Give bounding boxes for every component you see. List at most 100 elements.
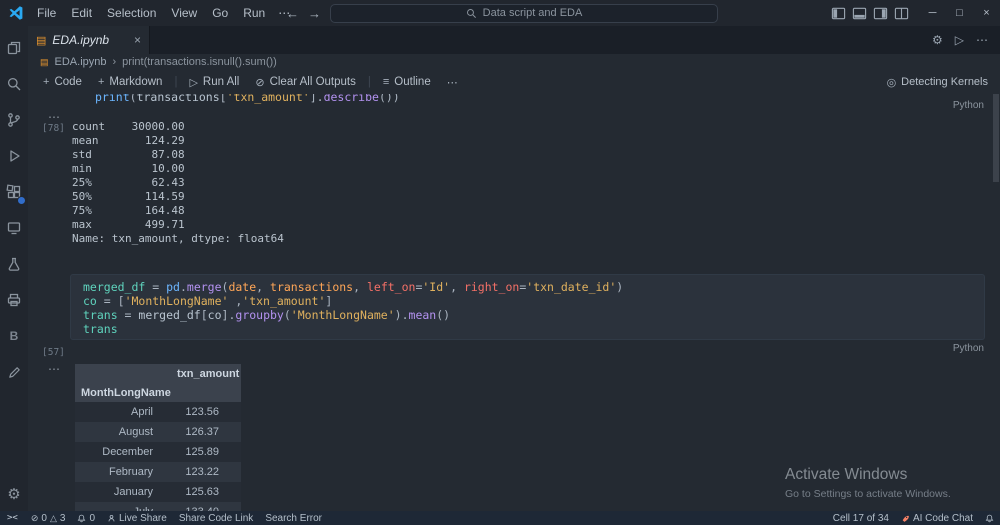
code-cell[interactable]: merged_df = pd.merge(date, transactions,… [70,274,985,340]
watermark-subtitle: Go to Settings to activate Windows. [785,488,951,500]
table-row: January 125.63 [75,482,241,502]
more-icon: ⋯ [446,76,458,89]
search-icon [466,8,476,18]
remote-explorer-icon[interactable] [0,210,28,246]
error-count: 0 [41,512,47,524]
menu-item[interactable]: Run [236,3,272,23]
print-icon[interactable] [0,282,28,318]
kernel-icon: ◎ [886,76,897,89]
notebook-body: print(transactions['txn_amount'].describ… [28,94,1000,511]
cell2-language-picker[interactable]: Python [953,343,984,354]
status-bar: >< ⊘ 0 △ 3 0 Live Share Share Code Link … [0,511,1000,525]
toggle-panel-icon[interactable] [852,6,867,21]
nav-back-icon[interactable]: ← [286,6,299,21]
run-all-label: Run All [202,76,240,88]
notebook-settings-gear-icon[interactable]: ⚙ [932,33,943,47]
nav-forward-icon[interactable]: → [308,6,321,21]
cell2-output-menu-icon[interactable]: ⋯ [48,362,61,376]
add-markdown-cell-button[interactable]: + Markdown [91,74,170,90]
share-code-link-button[interactable]: Share Code Link [173,511,260,525]
live-share-button[interactable]: Live Share [101,511,173,525]
menu-item[interactable]: Edit [64,3,99,23]
notifications-count[interactable]: 0 [71,511,101,525]
warning-icon: △ [49,512,57,523]
extensions-icon[interactable] [0,174,28,210]
toggle-secondary-sidebar-icon[interactable] [873,6,888,21]
editor-layout-icon[interactable] [894,6,909,21]
live-share-icon [108,514,115,521]
scrollbar-thumb[interactable] [993,94,999,182]
warning-count: 3 [59,512,66,524]
run-icon: ▷ [189,76,198,89]
run-editor-icon[interactable]: ▷ [955,33,964,47]
outline-icon: ≡ [382,76,390,88]
kernel-status-label: Detecting Kernels [901,76,988,88]
cell1-output: count 30000.00 mean 124.29 std 87.08 min 10… [72,120,284,245]
outline-button[interactable]: ≡ Outline [376,74,438,90]
table-index-header: MonthLongName [81,386,171,399]
minimize-button[interactable]: ─ [919,0,946,26]
table-row: August 126.37 [75,422,241,442]
toolbar-divider: | [367,76,371,88]
source-control-icon[interactable] [0,102,28,138]
tab-label: EDA.ipynb [52,33,110,47]
clear-icon: ⊘ [255,76,265,89]
add-markdown-label: Markdown [109,76,163,88]
toolbar-divider: | [174,76,178,88]
close-window-button[interactable]: × [973,0,1000,26]
remote-indicator[interactable]: >< [0,513,25,523]
toolbar-more-button[interactable]: ⋯ [440,74,465,91]
testing-flask-icon[interactable] [0,246,28,282]
run-all-button[interactable]: ▷ Run All [182,74,246,91]
menu-item[interactable]: View [164,3,204,23]
bell-icon [78,514,86,522]
cell1-output-menu-icon[interactable]: ⋯ [48,110,61,124]
search-error-button[interactable]: Search Error [259,511,328,525]
rocket-icon [902,515,909,522]
command-search-box[interactable]: Data script and EDA [330,3,718,23]
bookmarks-icon[interactable]: B [0,318,28,354]
menu-item[interactable]: Selection [100,3,163,23]
notifications-bell-button[interactable] [979,511,1000,525]
table-row: December 125.89 [75,442,241,462]
breadcrumb-file[interactable]: EDA.ipynb [55,56,107,68]
plus-icon: + [43,76,50,88]
cell-indicator[interactable]: Cell 17 of 34 [827,511,895,525]
activity-bar: B ⚙ [0,26,28,511]
clear-all-outputs-label: Clear All Outputs [269,76,356,88]
breadcrumb-notebook-icon: ▤ [40,56,49,67]
ai-code-chat-button[interactable]: AI Code Chat [895,511,979,525]
ai-code-chat-label: AI Code Chat [912,512,973,524]
tab-eda-ipynb[interactable]: ▤ EDA.ipynb × [28,26,150,54]
table-row: April 123.56 [75,402,241,422]
cell1-code-line[interactable]: print(transactions['txn_amount'].describ… [95,94,400,104]
tab-close-icon[interactable]: × [134,33,141,47]
cell2-code: merged_df = pd.merge(date, transactions,… [83,280,624,336]
search-error-label: Search Error [265,512,322,524]
table-row: July133.40 [75,502,241,511]
breadcrumb-cell-ref[interactable]: print(transactions.isnull().sum()) [122,56,277,68]
cell2-execution-count: [57] [42,347,65,358]
menu-item[interactable]: Go [205,3,235,23]
settings-gear-icon[interactable]: ⚙ [7,485,20,503]
editor-more-actions-icon[interactable]: ⋯ [976,33,988,47]
table-index-header-row: MonthLongName [75,383,241,402]
search-sidebar-icon[interactable] [0,66,28,102]
clear-all-outputs-button[interactable]: ⊘ Clear All Outputs [248,74,363,91]
live-share-label: Live Share [119,512,167,524]
run-debug-icon[interactable] [0,138,28,174]
cell1-language-picker[interactable]: Python [953,100,984,111]
problems-indicator[interactable]: ⊘ 0 △ 3 [25,511,72,525]
maximize-button[interactable]: □ [946,0,973,26]
kernel-picker-button[interactable]: ◎ Detecting Kernels [887,76,1000,89]
tab-bar: ▤ EDA.ipynb × ⚙ ▷ ⋯ [28,26,1000,54]
add-code-cell-button[interactable]: + Code [36,74,89,90]
table-header-row: txn_amount [75,364,241,383]
share-code-link-label: Share Code Link [178,512,254,524]
menu-bar: File Edit Selection View Go Run [30,3,272,23]
toggle-sidebar-icon[interactable] [831,6,846,21]
edit-pencil-icon[interactable] [0,354,28,390]
menu-item[interactable]: File [30,3,63,23]
title-bar: File Edit Selection View Go Run ⋯ ← → Data sc… [0,0,1000,26]
explorer-icon[interactable] [0,30,28,66]
